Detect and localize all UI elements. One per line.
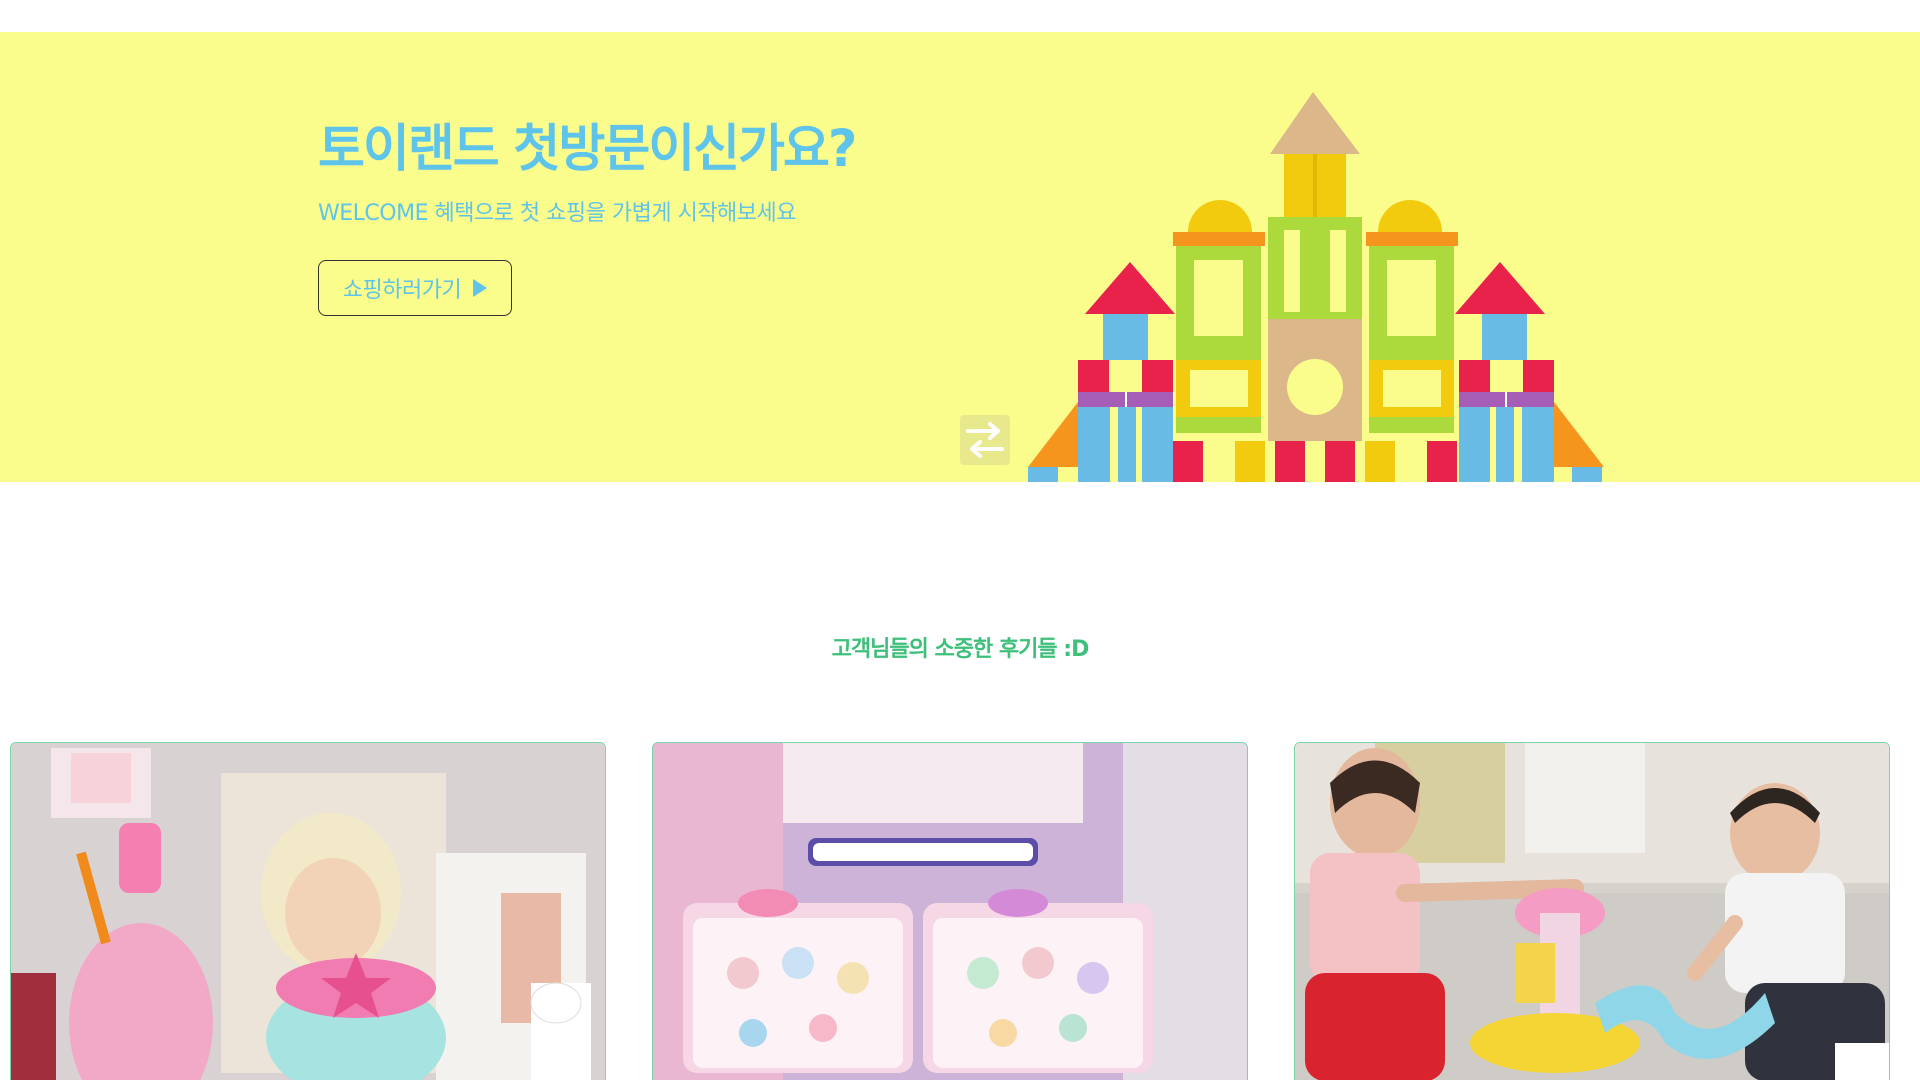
play-icon: [473, 279, 488, 297]
shop-now-button[interactable]: 쇼핑하러가기: [318, 260, 512, 316]
hero-subtitle: WELCOME 혜택으로 첫 쇼핑을 가볍게 시작해보세요: [318, 201, 797, 226]
review-photo-kids-playing: [1295, 743, 1889, 1080]
shop-now-label: 쇼핑하러가기: [342, 278, 462, 303]
review-photo-toys: [11, 743, 605, 1080]
review-card[interactable]: [1294, 742, 1890, 1080]
swap-arrows-icon: [966, 422, 1004, 458]
review-photo-sticker-book: [653, 743, 1247, 1080]
reviews-section-title: 고객님들의 소중한 후기들 :D: [831, 637, 1090, 662]
toy-castle-illustration: [1028, 92, 1604, 482]
banner-swap-button[interactable]: [960, 415, 1010, 465]
review-card[interactable]: [652, 742, 1248, 1080]
hero-banner: 토이랜드 첫방문이신가요? WELCOME 혜택으로 첫 쇼핑을 가볍게 시작해…: [0, 32, 1920, 482]
review-card[interactable]: [10, 742, 606, 1080]
hero-title: 토이랜드 첫방문이신가요?: [318, 120, 857, 179]
